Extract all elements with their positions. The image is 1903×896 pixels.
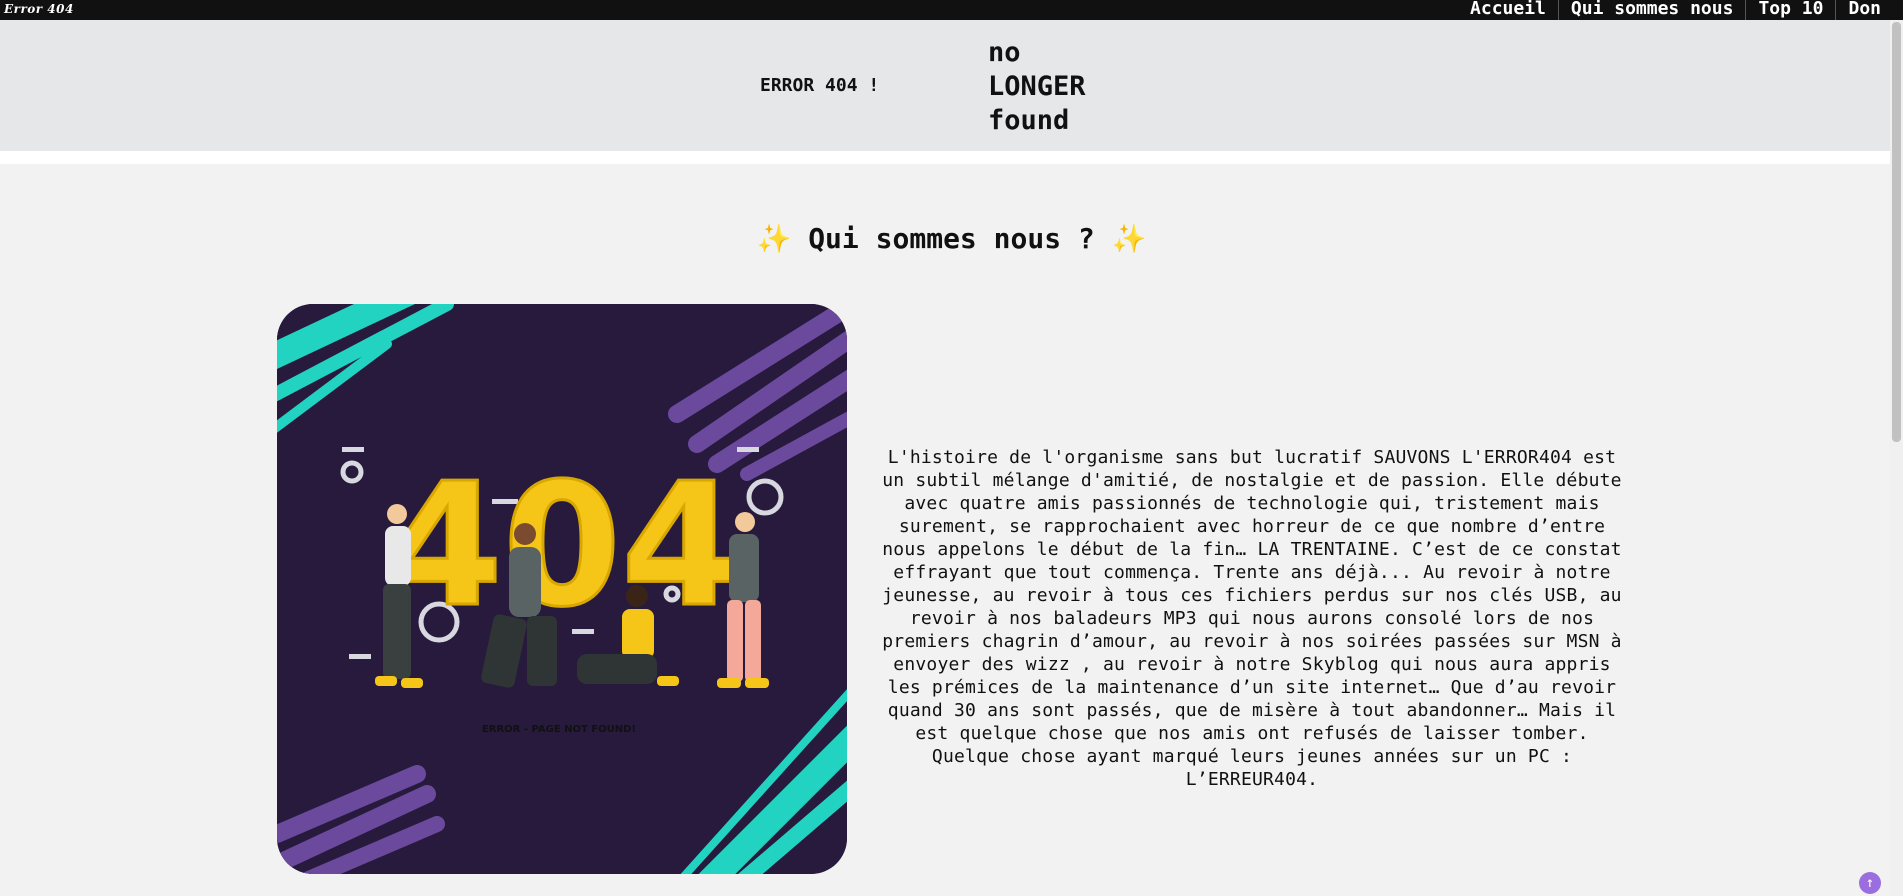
main-nav: Accueil Qui sommes nous Top 10 Don [1458, 0, 1903, 20]
nav-qui-sommes-nous[interactable]: Qui sommes nous [1557, 0, 1746, 20]
back-to-top-button[interactable]: ↑ [1859, 872, 1881, 894]
header-banner: ERROR 404 ! no LONGER found [0, 20, 1890, 151]
scrollbar-thumb[interactable] [1892, 22, 1901, 442]
nav-top-10[interactable]: Top 10 [1745, 0, 1835, 20]
section-title: ✨ Qui sommes nous ? ✨ [0, 222, 1903, 255]
error-404-illustration: 404 ERROR - PAGE NOT FOUND! [277, 304, 847, 874]
nav-accueil[interactable]: Accueil [1458, 0, 1558, 20]
site-title-line-2: LONGER [988, 71, 1086, 102]
site-title-line-1: no [988, 37, 1021, 68]
site-title: no LONGER found [988, 36, 1086, 138]
section-title-text: Qui sommes nous ? [808, 222, 1095, 255]
brand-logo[interactable]: Error 404 [4, 2, 74, 16]
sparkles-icon: ✨ [1111, 222, 1147, 255]
header-divider [0, 151, 1890, 164]
top-navbar: Error 404 Accueil Qui sommes nous Top 10… [0, 0, 1903, 20]
illustration-caption: ERROR - PAGE NOT FOUND! [482, 724, 636, 735]
nav-don[interactable]: Don [1835, 0, 1903, 20]
big-404-text: 404 [385, 447, 740, 645]
arrow-up-icon: ↑ [1865, 875, 1875, 891]
error-label: ERROR 404 ! [760, 75, 880, 96]
story-paragraph: L'histoire de l'organisme sans but lucra… [882, 447, 1622, 790]
sparkles-icon: ✨ [756, 222, 792, 255]
site-title-line-3: found [988, 105, 1070, 136]
